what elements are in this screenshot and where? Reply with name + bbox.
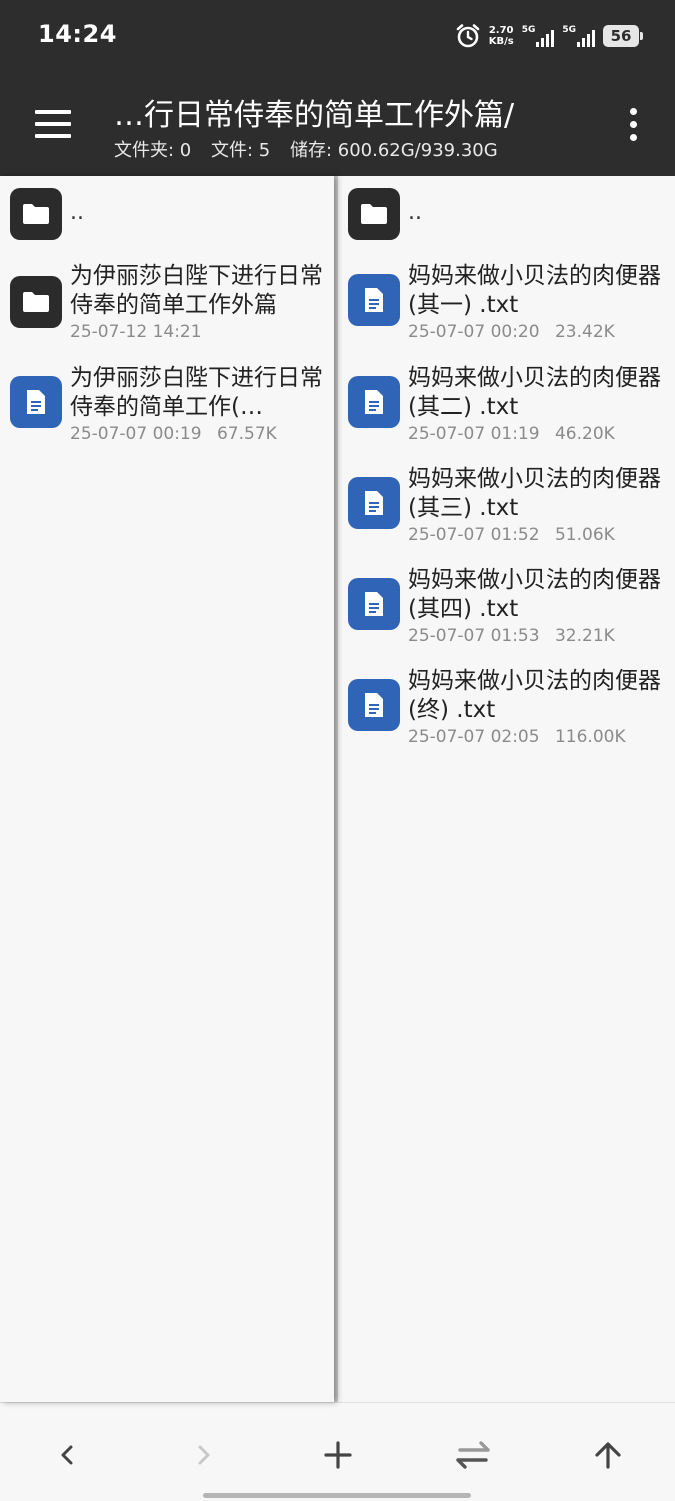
- list-item[interactable]: 妈妈来做小贝法的肉便器 (其四) .txt 25-07-07 01:53 32.…: [338, 566, 675, 654]
- left-pane: .. 为伊丽莎白陛下进行日常侍奉的简单工作外篇 25-07-12 14:21 为…: [0, 176, 334, 1402]
- list-item[interactable]: 为伊丽莎白陛下进行日常侍奉的简单工作外篇 25-07-12 14:21: [0, 262, 334, 350]
- item-meta: 25-07-07 00:19 67.57K: [70, 424, 277, 444]
- more-options-icon[interactable]: [619, 102, 647, 146]
- folder-icon: [10, 276, 62, 328]
- file-icon: [348, 578, 400, 630]
- file-count: 文件: 5: [210, 140, 271, 161]
- sim1-label: 5G: [521, 25, 536, 35]
- item-meta: 25-07-12 14:21: [70, 322, 202, 342]
- pane-divider[interactable]: [334, 176, 338, 1402]
- file-icon: [348, 477, 400, 529]
- file-icon: [10, 376, 62, 428]
- list-item[interactable]: 妈妈来做小贝法的肉便器 (其一) .txt 25-07-07 00:20 23.…: [338, 262, 675, 350]
- sim2-signal: 5G: [562, 25, 595, 47]
- item-size: 23.42K: [554, 322, 615, 342]
- status-time: 14:24: [38, 20, 117, 48]
- item-date: 25-07-07 02:05: [408, 727, 540, 747]
- parent-folder-label: ..: [70, 200, 84, 225]
- alarm-icon: [456, 24, 480, 48]
- signal-icon: [577, 29, 595, 47]
- sim2-label: 5G: [562, 25, 576, 35]
- forward-icon[interactable]: [181, 1433, 225, 1477]
- battery-icon: 56: [603, 25, 643, 47]
- speed-unit: KB/s: [488, 36, 514, 47]
- network-speed: 2.70 KB/s: [489, 25, 514, 47]
- right-pane: .. 妈妈来做小贝法的肉便器 (其一) .txt 25-07-07 00:20 …: [338, 176, 675, 1402]
- item-meta: 25-07-07 00:20 23.42K: [408, 322, 615, 342]
- item-name: 妈妈来做小贝法的肉便器 (其一) .txt: [408, 263, 661, 318]
- item-name: 为伊丽莎白陛下进行日常侍奉的简单工作外篇: [70, 263, 323, 318]
- item-size: 32.21K: [554, 626, 615, 646]
- home-indicator[interactable]: [203, 1493, 471, 1498]
- folder-icon: [348, 188, 400, 240]
- item-size: 51.06K: [554, 525, 615, 545]
- sim1-signal: 5G: [522, 25, 555, 47]
- list-item[interactable]: 妈妈来做小贝法的肉便器 (其三) .txt 25-07-07 01:52 51.…: [338, 465, 675, 553]
- item-meta: 25-07-07 02:05 116.00K: [408, 727, 626, 747]
- item-name: 妈妈来做小贝法的肉便器 (其四) .txt: [408, 567, 661, 622]
- menu-icon[interactable]: [28, 100, 76, 148]
- item-name: 妈妈来做小贝法的肉便器 (终) .txt: [408, 668, 661, 723]
- bottom-bar: [0, 1402, 675, 1501]
- status-icons: 2.70 KB/s 5G 5G 56: [455, 20, 643, 52]
- file-icon: [348, 376, 400, 428]
- back-icon[interactable]: [46, 1433, 90, 1477]
- item-size: 116.00K: [554, 727, 626, 747]
- item-date: 25-07-07 01:19: [408, 424, 540, 444]
- folder-count: 文件夹: 0: [114, 140, 192, 161]
- item-date: 25-07-12 14:21: [70, 322, 202, 342]
- item-size: 67.57K: [216, 424, 277, 444]
- toolbar: …行日常侍奉的简单工作外篇/ 文件夹: 0 文件: 5 储存: 600.62G/…: [0, 72, 675, 176]
- parent-folder-item[interactable]: ..: [0, 188, 334, 242]
- list-item[interactable]: 为伊丽莎白陛下进行日常侍奉的简单工作(… 25-07-07 00:19 67.5…: [0, 364, 334, 452]
- parent-folder-item[interactable]: ..: [338, 188, 675, 242]
- item-date: 25-07-07 00:19: [70, 424, 202, 444]
- add-icon[interactable]: [316, 1433, 360, 1477]
- item-date: 25-07-07 00:20: [408, 322, 540, 342]
- folder-icon: [10, 188, 62, 240]
- item-size: 46.20K: [554, 424, 615, 444]
- item-name: 妈妈来做小贝法的肉便器 (其二) .txt: [408, 365, 661, 420]
- item-meta: 25-07-07 01:53 32.21K: [408, 626, 615, 646]
- speed-value: 2.70: [488, 25, 514, 36]
- swap-icon[interactable]: [451, 1433, 495, 1477]
- path-info: 文件夹: 0 文件: 5 储存: 600.62G/939.30G: [114, 136, 512, 162]
- parent-folder-label: ..: [408, 200, 422, 225]
- list-item[interactable]: 妈妈来做小贝法的肉便器 (其二) .txt 25-07-07 01:19 46.…: [338, 364, 675, 452]
- list-item[interactable]: 妈妈来做小贝法的肉便器 (终) .txt 25-07-07 02:05 116.…: [338, 667, 675, 755]
- status-bar: 14:24 2.70 KB/s 5G 5G 56: [0, 0, 675, 72]
- signal-icon: [536, 29, 555, 47]
- item-name: 妈妈来做小贝法的肉便器 (其三) .txt: [408, 466, 661, 521]
- up-icon[interactable]: [586, 1433, 630, 1477]
- item-meta: 25-07-07 01:52 51.06K: [408, 525, 615, 545]
- path-title: …行日常侍奉的简单工作外篇/: [114, 98, 515, 133]
- file-icon: [348, 679, 400, 731]
- item-name: 为伊丽莎白陛下进行日常侍奉的简单工作(…: [70, 365, 323, 420]
- item-meta: 25-07-07 01:19 46.20K: [408, 424, 615, 444]
- file-icon: [348, 274, 400, 326]
- item-date: 25-07-07 01:52: [408, 525, 540, 545]
- item-date: 25-07-07 01:53: [408, 626, 540, 646]
- storage-info: 储存: 600.62G/939.30G: [289, 140, 498, 161]
